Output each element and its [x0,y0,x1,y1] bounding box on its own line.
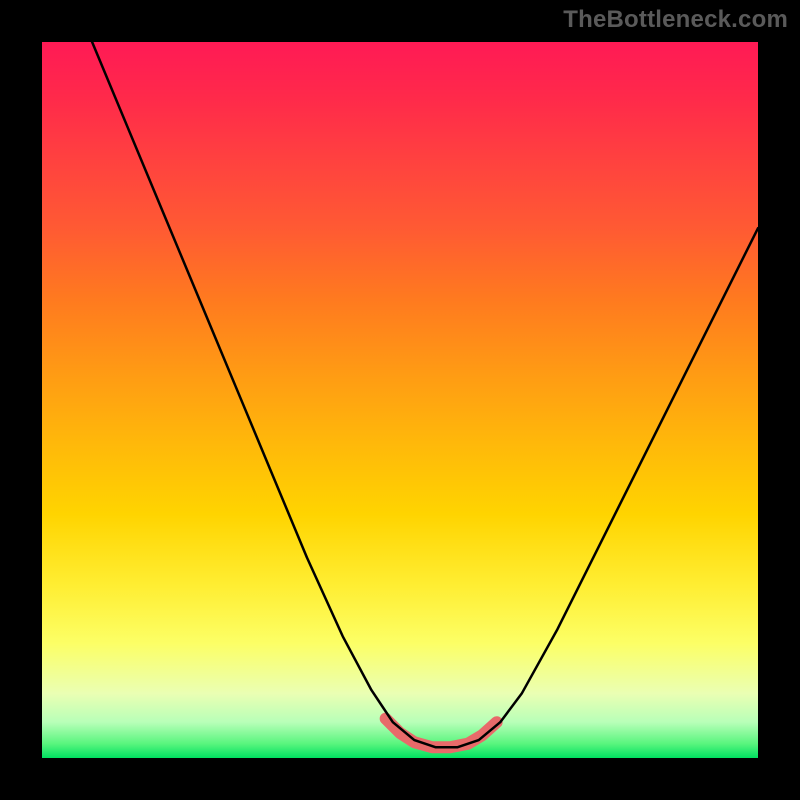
bottom-highlight-path [386,719,497,748]
chart-frame: TheBottleneck.com [0,0,800,800]
curve-svg [42,42,758,758]
watermark-text: TheBottleneck.com [563,6,788,34]
plot-area [42,42,758,758]
curve-black-path [92,42,758,747]
